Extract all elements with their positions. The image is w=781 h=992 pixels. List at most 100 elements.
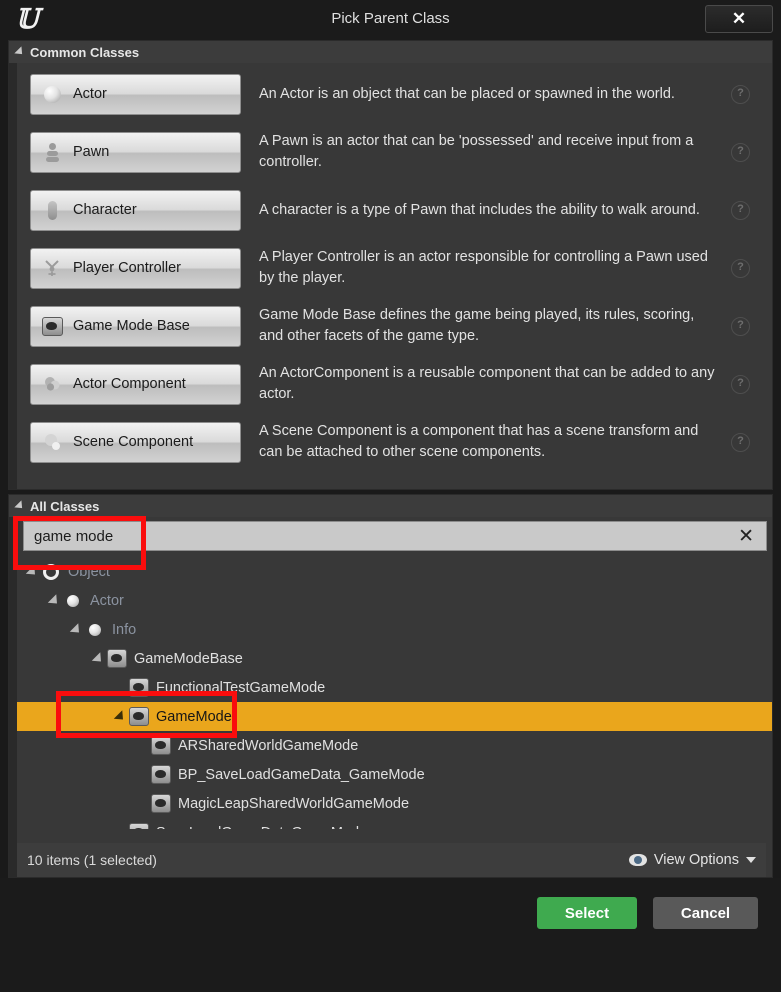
common-class-label: Player Controller — [73, 260, 181, 276]
chevron-down-icon — [14, 500, 26, 512]
common-class-label: Game Mode Base — [73, 318, 190, 334]
panel-gutter — [9, 517, 17, 877]
common-class-description: A character is a type of Pawn that inclu… — [259, 201, 700, 218]
chevron-down-icon — [746, 857, 756, 863]
help-icon[interactable]: ? — [731, 84, 750, 104]
common-class-description: A Scene Component is a component that ha… — [259, 423, 699, 460]
view-options-label: View Options — [653, 852, 739, 868]
title-bar: 𝕌 Pick Parent Class ✕ — [0, 0, 781, 40]
common-classes-panel: Common Classes Actor An Actor is an obje… — [8, 40, 773, 490]
common-classes-list: Actor An Actor is an object that can be … — [17, 65, 772, 485]
expand-arrow-icon[interactable] — [69, 622, 84, 637]
common-class-row-player-controller: Player Controller A Player Controller is… — [17, 239, 772, 297]
tree-row[interactable]: MagicLeapSharedWorldGameMode — [17, 789, 772, 818]
tree-row[interactable]: Info — [17, 615, 772, 644]
search-input[interactable]: game mode — [34, 528, 738, 545]
common-classes-header-label: Common Classes — [30, 44, 140, 60]
common-class-button-player-controller[interactable]: Player Controller — [30, 247, 241, 289]
help-icon[interactable]: ? — [731, 200, 750, 220]
common-class-button-game-mode-base[interactable]: Game Mode Base — [30, 305, 241, 347]
tree-item-label: Info — [112, 621, 137, 638]
common-class-row-actor-component: Actor Component An ActorComponent is a r… — [17, 355, 772, 413]
tree-row[interactable]: GameModeBase — [17, 644, 772, 673]
select-button[interactable]: Select — [537, 897, 637, 929]
common-class-description: An ActorComponent is a reusable componen… — [259, 365, 715, 402]
common-class-label: Actor — [73, 86, 107, 102]
chevron-down-icon — [14, 46, 26, 58]
common-class-description: A Player Controller is an actor responsi… — [259, 249, 708, 286]
expand-arrow-icon[interactable] — [91, 651, 106, 666]
player-controller-icon — [41, 257, 63, 279]
expand-arrow-icon[interactable] — [113, 709, 128, 724]
sphere-icon — [85, 620, 105, 640]
common-class-button-character[interactable]: Character — [30, 189, 241, 231]
common-class-label: Scene Component — [73, 434, 194, 450]
actor-component-icon — [41, 373, 63, 395]
game-mode-icon — [129, 678, 149, 698]
common-class-description: A Pawn is an actor that can be 'possesse… — [259, 133, 694, 170]
help-icon[interactable]: ? — [731, 316, 750, 336]
scene-component-icon — [41, 431, 63, 453]
game-mode-icon — [151, 794, 171, 814]
tree-row[interactable]: Actor — [17, 586, 772, 615]
tree-item-label: Object — [68, 563, 110, 580]
common-class-row-actor: Actor An Actor is an object that can be … — [17, 65, 772, 123]
tree-row[interactable]: Object — [17, 557, 772, 586]
tree-item-label: MagicLeapSharedWorldGameMode — [178, 795, 410, 812]
status-bar: 10 items (1 selected) View Options — [17, 843, 766, 877]
close-button[interactable]: ✕ — [705, 5, 773, 33]
all-classes-header-label: All Classes — [30, 498, 100, 514]
common-class-row-game-mode-base: Game Mode Base Game Mode Base defines th… — [17, 297, 772, 355]
help-icon[interactable]: ? — [731, 432, 750, 452]
help-icon[interactable]: ? — [731, 258, 750, 278]
tree-row[interactable]: ARSharedWorldGameMode — [17, 731, 772, 760]
tree-item-label: SaveLoadGameDataGameMode — [156, 825, 367, 830]
item-count-label: 10 items (1 selected) — [27, 852, 157, 868]
common-class-row-scene-component: Scene Component A Scene Component is a c… — [17, 413, 772, 471]
eye-icon — [628, 854, 647, 866]
tree-item-label: BP_SaveLoadGameData_GameMode — [178, 766, 425, 783]
tree-row[interactable]: FunctionalTestGameMode — [17, 673, 772, 702]
game-mode-icon — [41, 315, 63, 337]
common-class-button-actor-component[interactable]: Actor Component — [30, 363, 241, 405]
common-class-label: Actor Component — [73, 376, 186, 392]
all-classes-panel: All Classes game mode ✕ Object Actor Info G… — [8, 494, 773, 878]
game-mode-icon — [151, 765, 171, 785]
class-tree: Object Actor Info GameModeBase FunctionalTes… — [17, 557, 772, 829]
page-title: Pick Parent Class — [331, 10, 450, 27]
common-class-description: Game Mode Base defines the game being pl… — [259, 307, 695, 344]
object-ring-icon — [41, 562, 61, 582]
common-class-description: An Actor is an object that can be placed… — [259, 85, 675, 102]
tree-item-label: ARSharedWorldGameMode — [178, 737, 359, 754]
tree-row-gamemode[interactable]: GameMode — [17, 702, 772, 731]
clear-search-icon[interactable]: ✕ — [738, 527, 754, 546]
tree-row[interactable]: BP_SaveLoadGameData_GameMode — [17, 760, 772, 789]
common-class-button-pawn[interactable]: Pawn — [30, 131, 241, 173]
tree-row[interactable]: SaveLoadGameDataGameMode — [17, 818, 772, 829]
all-classes-header[interactable]: All Classes — [9, 495, 772, 517]
common-class-row-character: Character A character is a type of Pawn … — [17, 181, 772, 239]
sphere-icon — [63, 591, 83, 611]
character-icon — [41, 199, 63, 221]
view-options-button[interactable]: View Options — [628, 852, 756, 868]
pawn-icon — [41, 141, 63, 163]
search-box[interactable]: game mode ✕ — [23, 521, 767, 551]
game-mode-icon — [129, 823, 149, 829]
common-class-row-pawn: Pawn A Pawn is an actor that can be 'pos… — [17, 123, 772, 181]
expand-arrow-icon[interactable] — [47, 593, 62, 608]
tree-item-label: GameModeBase — [134, 650, 243, 667]
cancel-button[interactable]: Cancel — [653, 897, 758, 929]
common-class-label: Pawn — [73, 144, 110, 160]
expand-arrow-icon[interactable] — [25, 564, 40, 579]
common-class-button-scene-component[interactable]: Scene Component — [30, 421, 241, 463]
common-class-button-actor[interactable]: Actor — [30, 73, 241, 115]
game-mode-icon — [107, 649, 127, 669]
panel-gutter — [9, 63, 17, 489]
tree-item-label: GameMode — [156, 708, 232, 725]
help-icon[interactable]: ? — [731, 142, 750, 162]
footer-bar: Select Cancel — [0, 878, 781, 992]
game-mode-icon — [151, 736, 171, 756]
common-classes-header[interactable]: Common Classes — [9, 41, 772, 63]
game-mode-icon — [129, 707, 149, 727]
help-icon[interactable]: ? — [731, 374, 750, 394]
